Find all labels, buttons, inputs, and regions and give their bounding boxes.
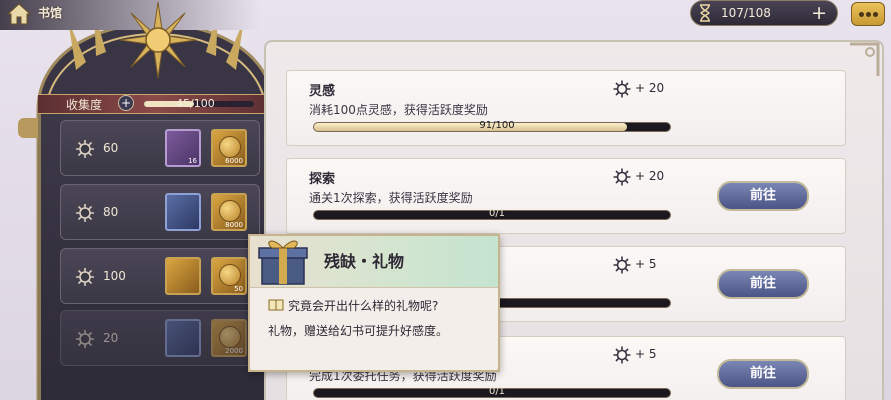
hourglass-icon [700, 4, 710, 22]
reward-item[interactable] [165, 257, 201, 295]
reward-item[interactable]: 16 [165, 129, 201, 167]
currency-display: 107/108 + [690, 0, 838, 26]
go-button[interactable]: 前往 [717, 181, 809, 211]
go-button[interactable]: 前往 [717, 359, 809, 389]
sun-emblem-icon [119, 1, 197, 79]
coin-icon [219, 326, 241, 348]
reward-item[interactable] [165, 319, 201, 357]
item-quantity: 8000 [225, 221, 243, 229]
sun-icon [75, 139, 95, 159]
activity-icon [613, 80, 631, 98]
milestone-row[interactable]: 20 2000 [60, 310, 260, 366]
task-title: 灵感 [309, 84, 336, 99]
activity-icon [613, 168, 631, 186]
home-icon[interactable] [6, 2, 32, 26]
task-card: 灵感消耗100点灵感，获得活跃度奖励 + 20 91/100 [286, 70, 846, 146]
task-reward: + 5 [635, 257, 657, 271]
task-description: 消耗100点灵感，获得活跃度奖励 [309, 103, 488, 117]
popup-corner [248, 234, 256, 242]
item-tooltip-popup: 残缺・礼物 究竟会开出什么样的礼物呢? 礼物，赠送给幻书可提升好感度。 [248, 234, 500, 372]
item-quantity: 16 [188, 157, 197, 165]
collection-label: 收集度 [66, 98, 103, 112]
sun-icon [75, 203, 95, 223]
activity-icon [613, 256, 631, 274]
item-quantity: 2000 [225, 347, 243, 355]
popup-corner [248, 364, 256, 372]
milestone-threshold: 100 [103, 269, 126, 283]
task-description: 通关1次探索，获得活跃度奖励 [309, 191, 473, 205]
activity-icon [613, 346, 631, 364]
milestone-threshold: 20 [103, 331, 119, 345]
coin-icon [219, 200, 241, 222]
collection-info-button[interactable]: + [118, 95, 134, 111]
coin-reward-item[interactable]: 8000 [211, 193, 247, 231]
milestone-row[interactable]: 80 8000 [60, 184, 260, 240]
milestone-row[interactable]: 60 16 6000 [60, 120, 260, 176]
popup-corner [492, 234, 500, 242]
add-currency-button[interactable]: + [811, 2, 827, 24]
coin-icon [219, 136, 241, 158]
popup-question: 究竟会开出什么样的礼物呢? [288, 299, 439, 313]
task-progress-text: 91/100 [479, 120, 515, 131]
popup-description: 礼物，赠送给幻书可提升好感度。 [268, 324, 449, 338]
milestone-threshold: 80 [103, 205, 119, 219]
task-title: 探索 [309, 172, 336, 187]
task-reward: + 20 [635, 169, 665, 183]
popup-title: 残缺・礼物 [324, 252, 405, 271]
task-progress-text: 0/1 [488, 208, 506, 219]
collection-progress-text: 45/100 [176, 97, 215, 110]
coin-reward-item[interactable]: 50 [211, 257, 247, 295]
go-button[interactable]: 前往 [717, 269, 809, 299]
task-reward: + 20 [635, 81, 665, 95]
popup-corner [492, 364, 500, 372]
item-quantity: 50 [234, 285, 243, 293]
chat-dot-icon [866, 12, 871, 17]
milestone-threshold: 60 [103, 141, 119, 155]
chat-button[interactable] [851, 2, 885, 26]
chat-dot-icon [859, 12, 864, 17]
book-icon [268, 299, 284, 311]
chat-dot-icon [873, 12, 878, 17]
task-reward: + 5 [635, 347, 657, 361]
milestone-row[interactable]: 100 50 [60, 248, 260, 304]
coin-icon [219, 264, 241, 286]
task-card: 探索通关1次探索，获得活跃度奖励 + 20 0/1 前往 [286, 158, 846, 234]
coin-reward-item[interactable]: 2000 [211, 319, 247, 357]
corner-ornament-icon [850, 42, 880, 76]
currency-value: 107/108 [721, 6, 771, 20]
sun-icon [75, 267, 95, 287]
coin-reward-item[interactable]: 6000 [211, 129, 247, 167]
reward-item[interactable] [165, 193, 201, 231]
page-title: 书馆 [38, 6, 63, 20]
task-progress-text: 0/1 [488, 386, 506, 397]
sun-icon [75, 329, 95, 349]
item-quantity: 6000 [225, 157, 243, 165]
gift-box-icon [258, 240, 308, 285]
